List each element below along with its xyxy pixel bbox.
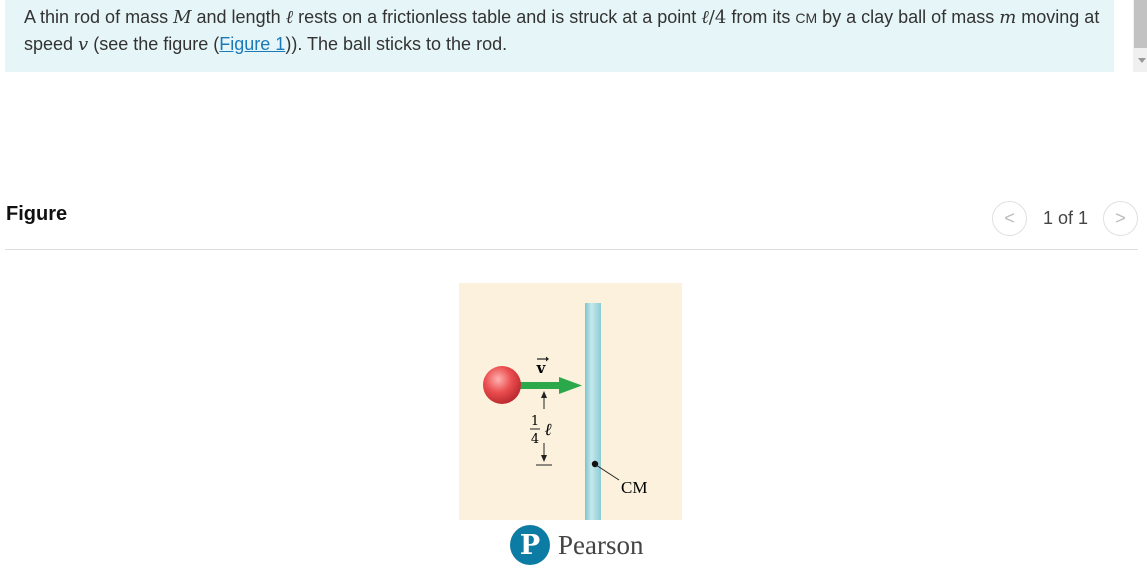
figure-pager: < 1 of 1 > (991, 201, 1138, 236)
problem-text: rests on a frictionless table and is str… (293, 7, 702, 27)
physics-figure: v 1 4 ℓ CM (459, 283, 682, 520)
problem-text: and length (191, 7, 286, 27)
fraction-numerator: 1 (531, 414, 539, 429)
problem-text: A thin rod of mass (24, 7, 174, 27)
problem-text: from its (726, 7, 796, 27)
chevron-left-icon: < (1004, 208, 1015, 228)
scroll-down-arrow-icon[interactable] (1138, 58, 1146, 63)
math-symbol: m (999, 7, 1017, 28)
math-symbol: ℓ (701, 7, 709, 28)
pearson-logo-text: Pearson (558, 529, 644, 560)
pearson-logo-icon: P (510, 525, 550, 565)
math-symbol: M (173, 7, 192, 28)
math-symbol: ℓ (285, 7, 294, 28)
fraction-denominator: 4 (531, 432, 539, 447)
length-symbol: ℓ (544, 420, 551, 440)
velocity-label: v (536, 359, 547, 377)
problem-statement: A thin rod of mass M and length ℓ rests … (5, 0, 1114, 72)
scrollbar-thumb[interactable] (1134, 0, 1147, 48)
cm-label: CM (621, 478, 647, 497)
divider (5, 249, 1138, 250)
problem-text: )). The ball sticks to the rod. (285, 34, 508, 54)
figure-background (459, 283, 682, 520)
page-indicator: 1 of 1 (1042, 208, 1088, 228)
prev-figure-button[interactable]: < (991, 201, 1027, 236)
figure-1-link[interactable]: Figure 1 (219, 34, 285, 54)
chevron-right-icon: > (1115, 208, 1126, 228)
rod (585, 303, 601, 520)
pearson-logo: P Pearson (510, 525, 643, 565)
clay-ball (483, 366, 521, 404)
figure-heading: Figure (6, 203, 68, 225)
problem-text: by a clay ball of mass (817, 7, 1000, 27)
math-symbol: /4 (708, 7, 727, 28)
next-figure-button[interactable]: > (1103, 201, 1138, 236)
math-symbol: v (78, 34, 89, 55)
problem-text: (see the figure ( (88, 34, 220, 54)
cm-abbrev: CM (795, 10, 818, 26)
